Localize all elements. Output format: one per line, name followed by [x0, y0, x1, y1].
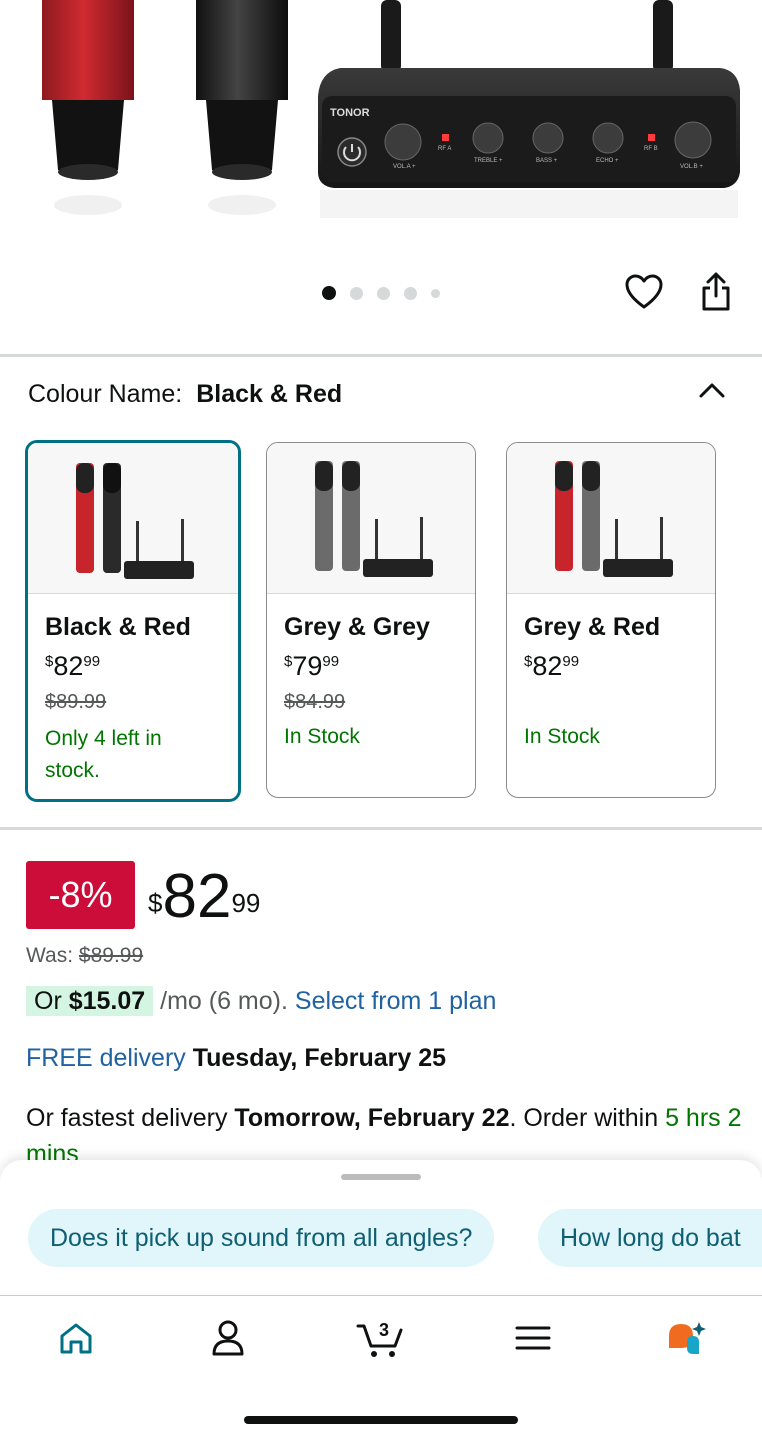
colour-name-row: Colour Name: Black & Red [28, 380, 342, 409]
variant-thumbnail [28, 443, 238, 594]
variant-was-price: $89.99 [45, 691, 107, 713]
tab-menu[interactable] [503, 1313, 563, 1363]
indicator-label: RF A [438, 146, 451, 152]
suggested-question-chip[interactable]: Does it pick up sound from all angles? [28, 1209, 495, 1267]
current-price: $8299 [148, 862, 261, 931]
tab-cart[interactable]: 3 [350, 1313, 410, 1363]
indicator-label: RF B [644, 146, 658, 152]
installment-line: Or $15.07 /mo (6 mo). Select from 1 plan [26, 986, 497, 1016]
carousel-dot[interactable] [377, 286, 390, 300]
variant-price: $7999 [284, 651, 340, 681]
cart-count: 3 [379, 1320, 389, 1340]
variant-stock: In Stock [524, 725, 600, 748]
variant-name: Black & Red [45, 613, 191, 641]
variant-stock: In Stock [284, 725, 360, 748]
home-indicator [244, 1416, 518, 1424]
home-icon [60, 1323, 92, 1354]
knob-label: ECHO + [596, 158, 619, 164]
variant-stock: Only 4 left in stock. [45, 727, 162, 782]
account-icon [212, 1320, 244, 1356]
free-delivery-line: FREE delivery Tuesday, February 25 [26, 1044, 447, 1072]
wishlist-button[interactable] [622, 270, 666, 314]
was-price: $89.99 [78, 944, 144, 967]
variant-price: $8299 [524, 651, 580, 681]
colour-option-black-red[interactable]: Black & Red $8299 $89.99 Only 4 left in … [25, 440, 241, 802]
sheet-grab-handle[interactable] [341, 1174, 421, 1180]
tab-account[interactable] [198, 1313, 258, 1363]
chevron-up-icon [699, 383, 725, 398]
colour-option-grey-grey[interactable]: Grey & Grey $7999 $84.99 In Stock [266, 442, 476, 798]
carousel-dot[interactable] [431, 288, 440, 298]
tab-rufus[interactable] [655, 1313, 715, 1363]
suggested-question-chip[interactable]: How long do bat [538, 1209, 762, 1267]
variant-was-price: $84.99 [284, 691, 346, 713]
knob-label: VOL.A + [393, 164, 416, 170]
rufus-icon [669, 1322, 706, 1354]
was-price-line: Was: $89.99 [26, 944, 144, 967]
colour-name-label: Colour Name: [28, 380, 183, 408]
colour-name-value: Black & Red [196, 380, 343, 408]
free-delivery-link[interactable]: FREE delivery [26, 1044, 186, 1072]
variant-thumbnail [507, 443, 715, 594]
carousel-dot[interactable] [404, 286, 417, 300]
carousel-dot[interactable] [322, 286, 336, 300]
variant-price: $8299 [45, 651, 101, 681]
installment-amount-highlight: Or $15.07 [26, 986, 154, 1016]
discount-badge: -8% [26, 861, 135, 929]
section-divider [0, 354, 762, 357]
variant-name: Grey & Grey [284, 613, 430, 641]
section-divider [0, 827, 762, 830]
variant-thumbnail [267, 443, 475, 594]
cart-icon: 3 [356, 1320, 403, 1357]
knob-label: TREBLE + [474, 158, 503, 164]
product-photo: TONOR VOL.A + TREBLE + BASS + ECHO + VOL… [42, 0, 740, 218]
collapse-colour-button[interactable] [694, 372, 730, 408]
carousel-dot[interactable] [350, 286, 363, 300]
variant-name: Grey & Red [524, 613, 661, 641]
knob-label: VOL.B + [680, 164, 703, 170]
share-icon [702, 272, 730, 311]
tab-home[interactable] [46, 1313, 106, 1363]
knob-label: BASS + [536, 158, 558, 164]
product-image-gallery[interactable]: TONOR VOL.A + TREBLE + BASS + ECHO + VOL… [0, 0, 762, 250]
brand-label: TONOR [330, 107, 370, 119]
select-plan-link[interactable]: Select from 1 plan [295, 987, 497, 1015]
menu-icon [515, 1326, 551, 1350]
colour-option-grey-red[interactable]: Grey & Red $8299 In Stock [506, 442, 716, 798]
heart-icon [625, 274, 663, 309]
share-button[interactable] [694, 270, 738, 314]
